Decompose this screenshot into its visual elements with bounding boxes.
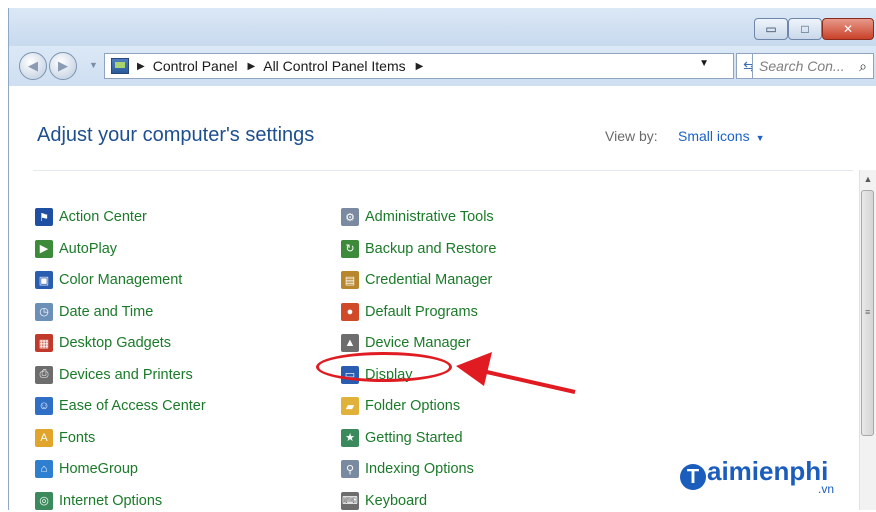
cp-item-label[interactable]: HomeGroup — [59, 461, 138, 477]
cp-item-ease-of-access-center[interactable]: ☺ Ease of Access Center — [35, 395, 206, 417]
getting-started-icon: ★ — [341, 428, 359, 447]
homegroup-icon: ⌂ — [35, 460, 53, 478]
vertical-scrollbar[interactable]: ▲ ≡ — [859, 170, 876, 510]
cp-item-label[interactable]: Desktop Gadgets — [59, 335, 171, 351]
display-highlight-ellipse — [316, 352, 452, 382]
folder-icon: ▰ — [341, 397, 359, 415]
back-button[interactable]: ◀ — [19, 52, 47, 80]
title-bar: ▭ □ ✕ — [9, 8, 876, 48]
flag-icon: ⚑ — [35, 208, 53, 226]
breadcrumb-control-panel[interactable]: Control Panel — [153, 58, 238, 74]
cp-item-label[interactable]: Default Programs — [365, 304, 478, 320]
scroll-thumb[interactable]: ≡ — [861, 190, 874, 436]
cp-item-label[interactable]: Date and Time — [59, 304, 153, 320]
monitor-color-icon: ▣ — [35, 271, 53, 289]
backup-icon: ↻ — [341, 239, 359, 258]
chevron-down-icon[interactable]: ▼ — [756, 133, 765, 143]
cp-item-administrative-tools[interactable]: ⚙ Administrative Tools — [341, 206, 494, 228]
control-panel-icon — [111, 58, 129, 74]
cp-item-backup-and-restore[interactable]: ↻ Backup and Restore — [341, 238, 496, 260]
cp-item-internet-options[interactable]: ◎ Internet Options — [35, 490, 162, 512]
cp-item-label[interactable]: Keyboard — [365, 493, 427, 509]
clock-icon: ◷ — [35, 302, 53, 321]
cp-item-label[interactable]: Color Management — [59, 272, 182, 288]
indexing-icon: ⚲ — [341, 460, 359, 478]
breadcrumb-separator-icon[interactable]: ▶ — [137, 61, 145, 72]
address-bar[interactable]: ▶ Control Panel ▶ All Control Panel Item… — [104, 53, 734, 79]
forward-arrow-icon: ▶ — [58, 58, 68, 73]
cp-item-desktop-gadgets[interactable]: ▦ Desktop Gadgets — [35, 332, 171, 354]
cp-item-credential-manager[interactable]: ▤ Credential Manager — [341, 269, 492, 291]
cp-item-date-and-time[interactable]: ◷ Date and Time — [35, 301, 153, 323]
view-by-value[interactable]: Small icons — [678, 128, 750, 144]
autoplay-icon: ▶ — [35, 239, 53, 258]
grip-icon: ≡ — [865, 307, 871, 317]
cp-item-label[interactable]: Backup and Restore — [365, 241, 496, 257]
cp-item-device-manager[interactable]: ▲ Device Manager — [341, 332, 471, 354]
cp-item-label[interactable]: Administrative Tools — [365, 209, 494, 225]
cp-item-keyboard[interactable]: ⌨ Keyboard — [341, 490, 427, 512]
watermark-t-icon: T — [680, 464, 706, 490]
minimize-button[interactable]: ▭ — [754, 18, 788, 40]
address-dropdown-icon[interactable]: ▼ — [699, 58, 709, 69]
search-input[interactable]: Search Con... ⌕ — [752, 53, 874, 79]
cp-item-color-management[interactable]: ▣ Color Management — [35, 269, 182, 291]
cp-item-getting-started[interactable]: ★ Getting Started — [341, 427, 463, 449]
cp-item-indexing-options[interactable]: ⚲ Indexing Options — [341, 458, 474, 480]
cp-item-fonts[interactable]: A Fonts — [35, 427, 95, 449]
recent-pages-dropdown[interactable]: ▼ — [89, 60, 98, 70]
breadcrumb-separator-icon[interactable]: ▶ — [416, 61, 424, 72]
device-manager-icon: ▲ — [341, 334, 359, 352]
accessibility-icon: ☺ — [35, 397, 53, 415]
cp-item-label[interactable]: Fonts — [59, 430, 95, 446]
cp-item-autoplay[interactable]: ▶ AutoPlay — [35, 238, 117, 260]
cp-item-label[interactable]: Action Center — [59, 209, 147, 225]
forward-button[interactable]: ▶ — [49, 52, 77, 80]
search-placeholder: Search Con... — [759, 58, 845, 74]
default-programs-icon: ● — [341, 302, 359, 321]
cp-item-label[interactable]: AutoPlay — [59, 241, 117, 257]
close-button[interactable]: ✕ — [822, 18, 874, 40]
navigation-bar: ◀ ▶ ▼ ▶ Control Panel ▶ All Control Pane… — [9, 46, 876, 86]
page-title: Adjust your computer's settings — [37, 124, 315, 146]
keyboard-icon: ⌨ — [341, 491, 359, 510]
internet-icon: ◎ — [35, 491, 53, 510]
fonts-icon: A — [35, 428, 53, 447]
breadcrumb-all-items[interactable]: All Control Panel Items — [263, 58, 405, 74]
admin-tools-icon: ⚙ — [341, 208, 359, 226]
printer-icon: ⎙ — [35, 365, 53, 384]
control-panel-window: ▭ □ ✕ ◀ ▶ ▼ ▶ Control Panel ▶ All Contro… — [8, 8, 876, 510]
cp-item-label[interactable]: Getting Started — [365, 430, 463, 446]
cp-item-label[interactable]: Indexing Options — [365, 461, 474, 477]
back-arrow-icon: ◀ — [28, 58, 38, 73]
divider — [33, 170, 853, 171]
maximize-button[interactable]: □ — [788, 18, 822, 40]
credential-icon: ▤ — [341, 271, 359, 289]
cp-item-label[interactable]: Ease of Access Center — [59, 398, 206, 414]
cp-item-devices-and-printers[interactable]: ⎙ Devices and Printers — [35, 364, 193, 386]
view-by-label: View by: — [605, 128, 658, 144]
cp-item-label[interactable]: Folder Options — [365, 398, 460, 414]
scroll-up-icon[interactable]: ▲ — [860, 174, 876, 184]
cp-item-action-center[interactable]: ⚑ Action Center — [35, 206, 147, 228]
cp-item-label[interactable]: Devices and Printers — [59, 367, 193, 383]
view-by-dropdown[interactable]: Small icons ▼ — [678, 128, 765, 144]
gadgets-icon: ▦ — [35, 334, 53, 352]
cp-item-homegroup[interactable]: ⌂ HomeGroup — [35, 458, 138, 480]
cp-item-label[interactable]: Credential Manager — [365, 272, 492, 288]
main-content: Adjust your computer's settings View by:… — [9, 86, 876, 510]
breadcrumb-separator-icon[interactable]: ▶ — [248, 61, 256, 72]
cp-item-folder-options[interactable]: ▰ Folder Options — [341, 395, 460, 417]
cp-item-default-programs[interactable]: ● Default Programs — [341, 301, 478, 323]
cp-item-label[interactable]: Device Manager — [365, 335, 471, 351]
watermark-suffix: .vn — [818, 482, 835, 496]
watermark-logo: Taimienphi .vn — [680, 456, 834, 496]
search-icon[interactable]: ⌕ — [859, 58, 867, 75]
cp-item-label[interactable]: Internet Options — [59, 493, 162, 509]
watermark-text: aimienphi — [707, 456, 829, 486]
